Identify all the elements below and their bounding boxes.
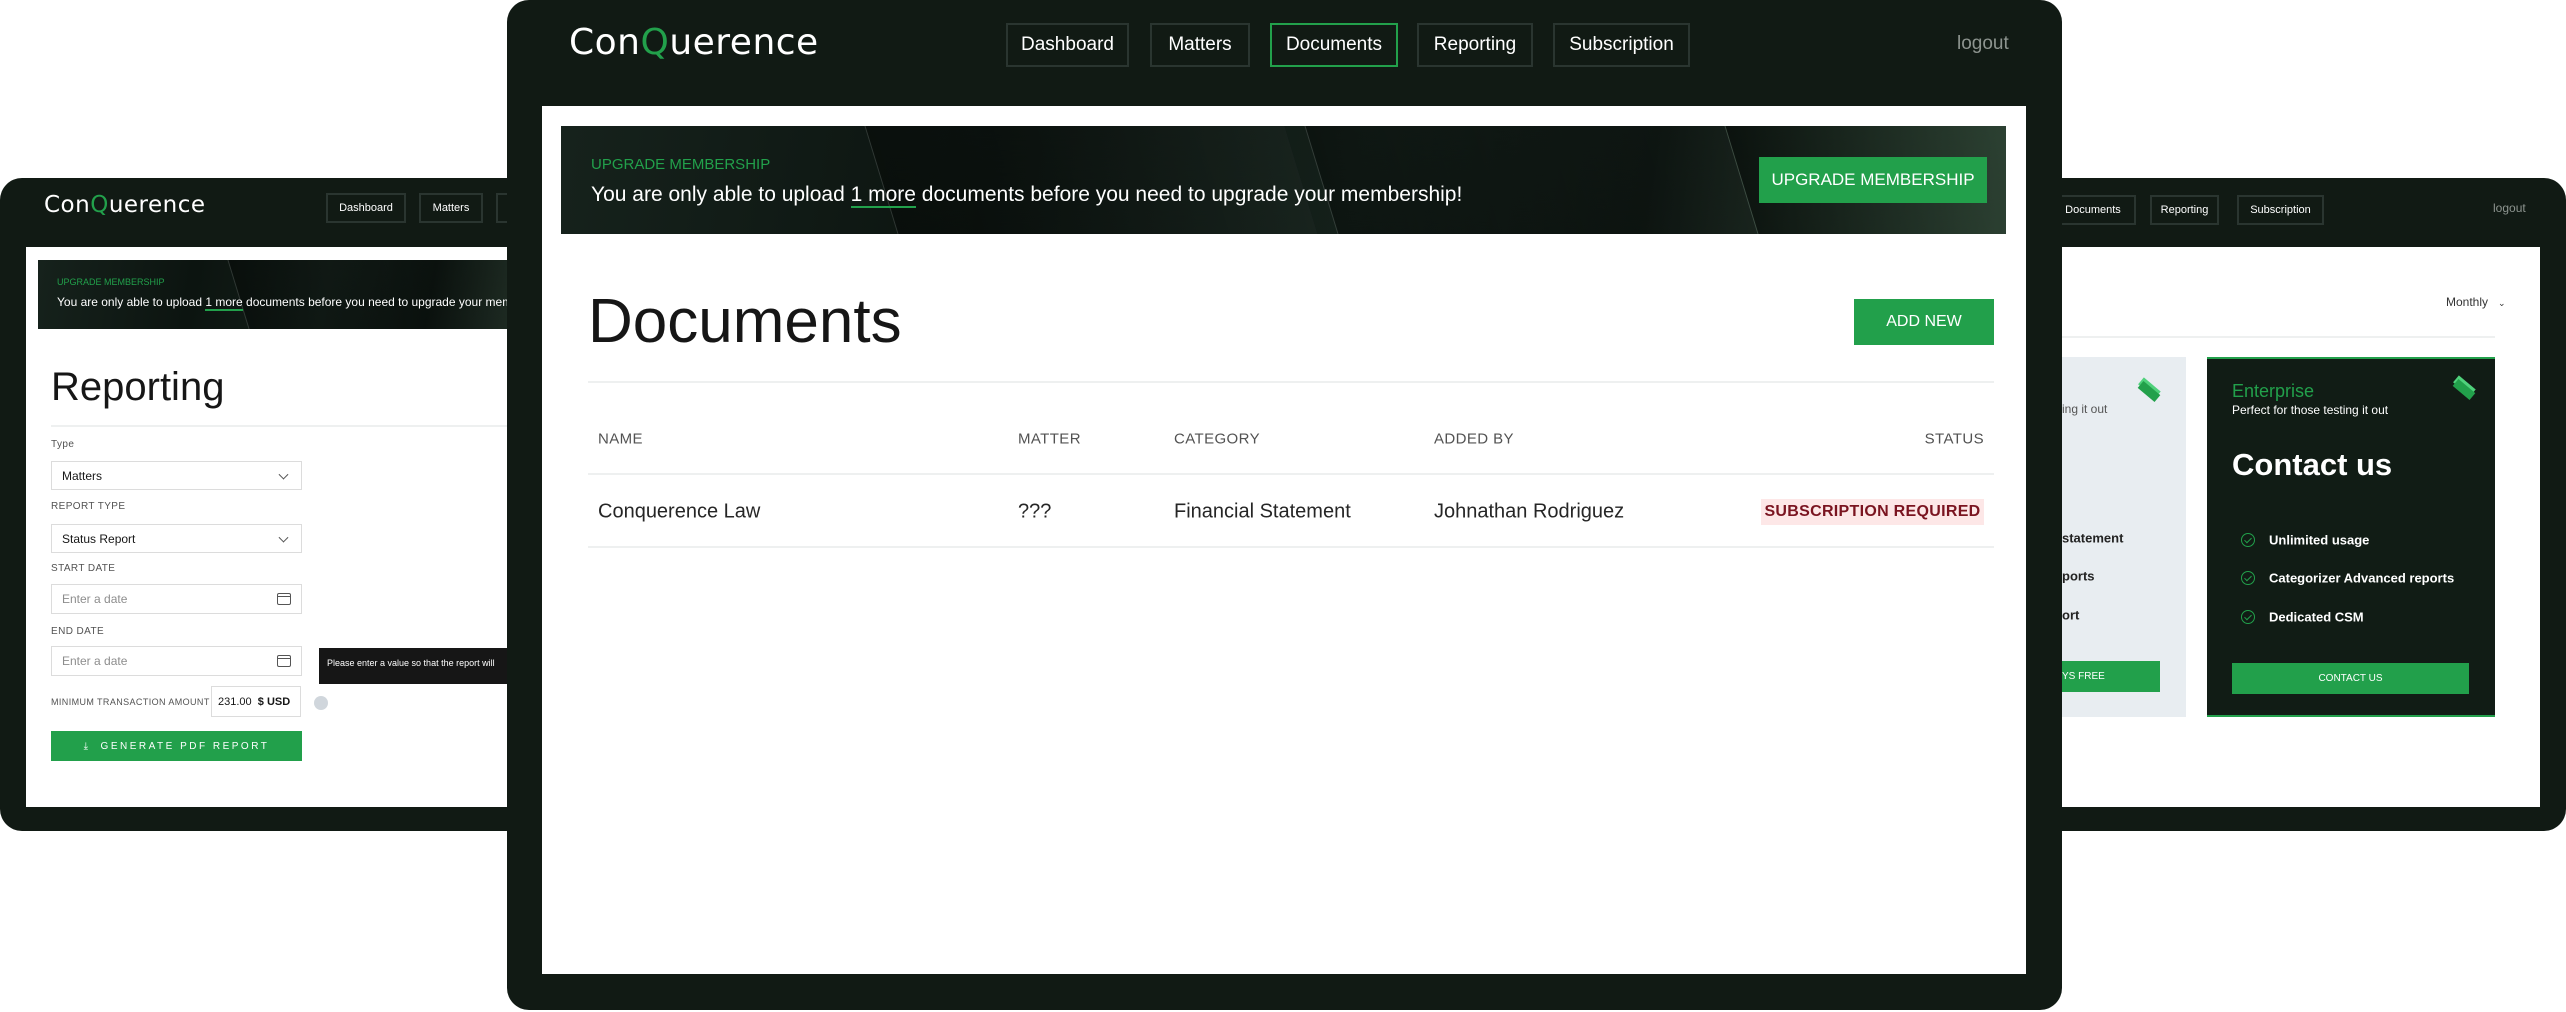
contact-us-button[interactable]: CONTACT US (2232, 663, 2469, 694)
report-type-label: REPORT TYPE (51, 501, 126, 512)
tooltip: Please enter a value so that the report … (319, 648, 539, 684)
plan-icon (2137, 380, 2161, 403)
plan-price: Contact us (2232, 447, 2393, 482)
documents-window: ConQuerence Dashboard Matters Documents … (507, 0, 2062, 1010)
banner-message: You are only able to upload 1 more docum… (57, 295, 540, 311)
column-header-status[interactable]: STATUS (1925, 431, 1984, 448)
start-date-label: START DATE (51, 563, 116, 574)
column-header-matter[interactable]: MATTER (1018, 431, 1081, 448)
nav-reporting[interactable]: Reporting (2150, 195, 2219, 225)
documents-content: UPGRADE MEMBERSHIP You are only able to … (542, 106, 2026, 974)
plan-name: Enterprise (2232, 381, 2315, 401)
nav-dashboard[interactable]: Dashboard (1006, 23, 1129, 67)
banner-label: UPGRADE MEMBERSHIP (57, 277, 165, 287)
calendar-icon[interactable] (277, 593, 291, 605)
nav-documents[interactable]: Documents (2050, 195, 2136, 225)
logo: ConQuerence (44, 192, 206, 218)
nav-reporting[interactable]: Reporting (1417, 23, 1533, 67)
calendar-icon[interactable] (277, 655, 291, 667)
cell-category: Financial Statement (1174, 500, 1351, 523)
min-amount-input[interactable]: 231.00 $ USD (211, 686, 301, 717)
add-new-button[interactable]: ADD NEW (1854, 299, 1994, 345)
banner-message: You are only able to upload 1 more docum… (591, 183, 1463, 208)
chevron-down-icon: ⌄ (2498, 298, 2506, 308)
upgrade-banner: UPGRADE MEMBERSHIP You are only able to … (38, 260, 540, 329)
end-date-label: END DATE (51, 626, 105, 637)
download-icon: ⤓ (83, 740, 91, 752)
type-label: Type (51, 439, 75, 450)
status-badge: SUBSCRIPTION REQUIRED (1761, 499, 1984, 525)
start-date-input[interactable]: Enter a date (51, 584, 302, 614)
nav-subscription[interactable]: Subscription (1553, 23, 1690, 67)
cell-added-by: Johnathan Rodriguez (1434, 500, 1625, 523)
report-type-select[interactable]: Status Report (51, 524, 302, 553)
subscription-window: Documents Reporting Subscription logout … (2020, 178, 2566, 831)
column-header-added-by[interactable]: ADDED BY (1434, 431, 1514, 448)
nav-documents[interactable]: Documents (1270, 23, 1398, 67)
upgrade-membership-button[interactable]: UPGRADE MEMBERSHIP (1759, 157, 1987, 203)
plan-icon (2452, 378, 2476, 401)
chevron-down-icon (278, 469, 289, 480)
cell-name: Conquerence Law (598, 500, 761, 523)
type-select[interactable]: Matters (51, 461, 302, 490)
upgrade-banner: UPGRADE MEMBERSHIP You are only able to … (561, 126, 2006, 234)
nav-dashboard[interactable]: Dashboard (326, 193, 406, 223)
end-date-input[interactable]: Enter a date (51, 646, 302, 676)
check-icon (2241, 610, 2255, 624)
column-header-category[interactable]: CATEGORY (1174, 431, 1260, 448)
column-header-name[interactable]: NAME (598, 431, 643, 448)
logo: ConQuerence (569, 22, 819, 63)
nav-matters[interactable]: Matters (419, 193, 483, 223)
subscription-content: Monthly ⌄ ing it out statement ports ort … (2020, 247, 2540, 807)
enterprise-card: Enterprise Perfect for those testing it … (2207, 357, 2495, 717)
cell-matter: ??? (1018, 500, 1052, 523)
banner-label: UPGRADE MEMBERSHIP (591, 156, 771, 173)
help-icon[interactable] (314, 696, 328, 710)
chevron-down-icon (278, 532, 289, 543)
check-icon (2241, 533, 2255, 547)
logout-link[interactable]: logout (2493, 201, 2526, 215)
more-link[interactable]: 1 more (850, 183, 916, 208)
reporting-content: UPGRADE MEMBERSHIP You are only able to … (26, 247, 540, 807)
generate-pdf-button[interactable]: ⤓ GENERATE PDF REPORT (51, 731, 302, 761)
min-amount-label: MINIMUM TRANSACTION AMOUNT (51, 697, 210, 707)
page-title: Documents (588, 287, 902, 356)
nav-matters[interactable]: Matters (1150, 23, 1250, 67)
nav-subscription[interactable]: Subscription (2237, 195, 2324, 225)
billing-period-select[interactable]: Monthly ⌄ (2446, 295, 2506, 309)
logout-link[interactable]: logout (1957, 33, 2009, 55)
page-title: Reporting (51, 365, 225, 409)
plan-subtitle: Perfect for those testing it out (2232, 403, 2389, 417)
reporting-window: ConQuerence Dashboard Matters UPGRADE ME… (0, 178, 540, 831)
check-icon (2241, 571, 2255, 585)
